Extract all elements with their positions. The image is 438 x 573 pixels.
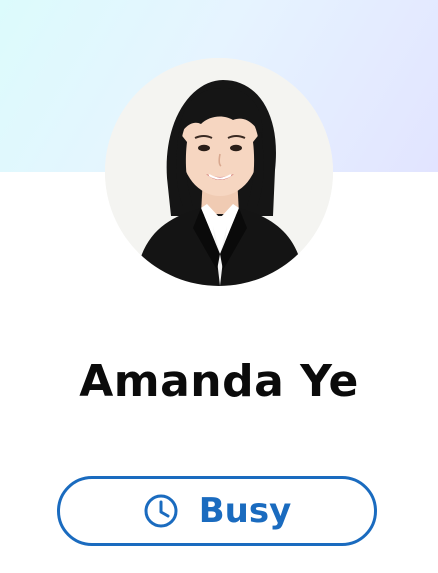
avatar bbox=[105, 58, 333, 286]
clock-icon bbox=[143, 493, 179, 529]
profile-card: Amanda Ye Busy bbox=[0, 0, 438, 573]
status-label: Busy bbox=[198, 491, 292, 531]
profile-name: Amanda Ye bbox=[79, 356, 359, 407]
status-button[interactable]: Busy bbox=[57, 476, 377, 546]
avatar-portrait bbox=[105, 58, 333, 286]
